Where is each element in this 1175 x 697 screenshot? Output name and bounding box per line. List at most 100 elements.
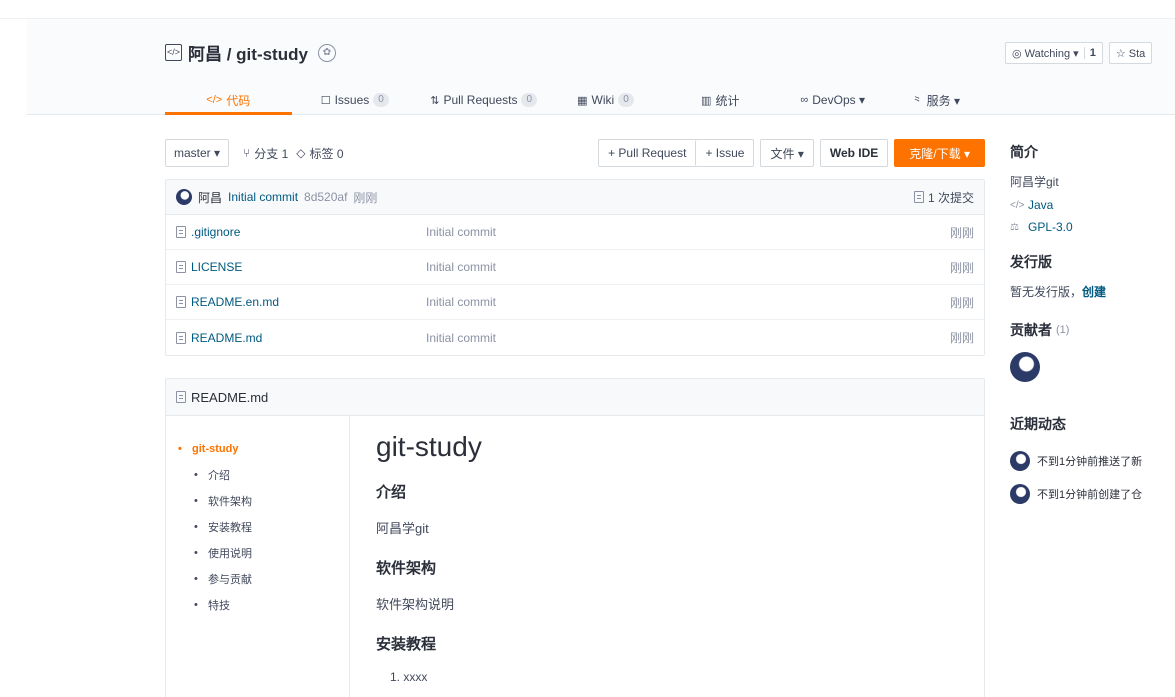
- tab-label: 统计: [715, 93, 740, 108]
- license-link[interactable]: ⚖ GPL-3.0: [1010, 220, 1175, 234]
- commit-hash[interactable]: 8d520af: [304, 190, 347, 204]
- avatar[interactable]: [1010, 484, 1030, 504]
- branch-icon: ⑂: [243, 146, 251, 160]
- code-icon: </>: [1010, 199, 1025, 211]
- file-commit[interactable]: Initial commit: [426, 331, 496, 345]
- tab-label: 服务 ▾: [926, 93, 960, 108]
- tab-stats[interactable]: ▥ 统计: [662, 85, 779, 115]
- release-title: 发行版: [1010, 254, 1052, 270]
- file-row[interactable]: LICENSE Initial commit 刚刚: [166, 250, 984, 285]
- language-link[interactable]: </> Java: [1010, 198, 1175, 212]
- branch-select[interactable]: master ▾: [165, 139, 230, 167]
- branches-link[interactable]: ⑂ 分支 1: [243, 145, 288, 162]
- pulse-icon: ⺀: [911, 95, 923, 107]
- toc-label: 使用说明: [208, 548, 252, 560]
- tags-link[interactable]: ◇ 标签 0: [296, 145, 343, 162]
- chart-icon: ▥: [701, 94, 712, 107]
- web-ide-button[interactable]: Web IDE: [819, 139, 889, 167]
- wiki-icon: ▦: [577, 94, 588, 107]
- tab-badge: 0: [618, 93, 634, 107]
- toc-label: 特技: [208, 600, 230, 612]
- toc-item[interactable]: 软件架构: [178, 488, 337, 514]
- tab-badge: 0: [521, 93, 538, 107]
- file-name-cell[interactable]: .gitignore: [176, 225, 426, 239]
- last-commit-bar: 阿昌 Initial commit 8d520af 刚刚 1 次提交: [166, 180, 984, 215]
- readme-heading-install: 安装教程: [376, 636, 437, 653]
- file-icon: [176, 261, 186, 273]
- award-icon[interactable]: ✿: [317, 43, 336, 62]
- tab-wiki[interactable]: ▦ Wiki 0: [549, 85, 661, 115]
- file-name-cell[interactable]: README.en.md: [176, 295, 426, 309]
- readme-header: README.md: [166, 379, 984, 416]
- file-commit[interactable]: Initial commit: [426, 260, 496, 274]
- tab-label: 代码: [226, 93, 251, 108]
- tab-label: Issues: [334, 93, 370, 107]
- toc-item[interactable]: 介绍: [178, 462, 337, 488]
- tab-pull-requests[interactable]: ⇅ Pull Requests 0: [418, 85, 549, 115]
- file-name-cell[interactable]: README.md: [176, 331, 426, 345]
- top-strip: [0, 0, 1175, 19]
- new-issue-button[interactable]: + Issue: [695, 140, 754, 166]
- readme-content: git-study 介绍 阿昌学git 软件架构 软件架构说明 安装教程 1. …: [376, 431, 956, 684]
- activity-title: 近期动态: [1010, 416, 1066, 432]
- tab-services[interactable]: ⺀ 服务 ▾: [887, 85, 985, 115]
- activity-item[interactable]: 不到1分钟前推送了新: [1010, 451, 1175, 471]
- file-icon: [176, 226, 186, 238]
- tab-issues[interactable]: ☐ Issues 0: [292, 85, 419, 115]
- code-repo-icon: </>: [165, 44, 182, 61]
- file-icon: [176, 296, 186, 308]
- toc-label: 软件架构: [208, 496, 252, 508]
- pull-request-icon: ⇅: [430, 94, 440, 107]
- tab-badge: 0: [373, 93, 389, 107]
- contributor-avatar[interactable]: [1010, 352, 1040, 382]
- tab-label: Pull Requests: [443, 93, 518, 107]
- file-icon: [176, 331, 186, 344]
- toc-item[interactable]: 使用说明: [178, 540, 337, 566]
- file-name: README.md: [191, 330, 263, 345]
- toc-item[interactable]: 参与贡献: [178, 566, 337, 592]
- toc-item[interactable]: 安装教程: [178, 514, 337, 540]
- readme-architecture-text: 软件架构说明: [376, 597, 455, 612]
- file-row[interactable]: README.md Initial commit 刚刚: [166, 320, 984, 355]
- toc-item[interactable]: 特技: [178, 592, 337, 618]
- star-button[interactable]: ☆ Sta: [1108, 42, 1153, 64]
- activity-item[interactable]: 不到1分钟前创建了仓: [1010, 484, 1175, 504]
- readme-title: git-study: [376, 431, 482, 462]
- create-release-link[interactable]: 创建: [1082, 285, 1106, 299]
- tags-label: 标签 0: [309, 146, 344, 161]
- file-commit[interactable]: Initial commit: [426, 225, 496, 239]
- clone-download-button[interactable]: 克隆/下载 ▾: [894, 139, 985, 167]
- file-time: 刚刚: [949, 331, 974, 345]
- file-name: LICENSE: [191, 260, 243, 274]
- avatar[interactable]: [176, 189, 192, 205]
- tag-icon: ◇: [296, 146, 306, 160]
- watch-button[interactable]: ◎ Watching ▾ 1: [1005, 42, 1103, 64]
- commit-count-link[interactable]: 1 次提交: [913, 189, 974, 206]
- repo-description: 阿昌学git: [1010, 175, 1059, 189]
- avatar[interactable]: [1010, 451, 1030, 471]
- tab-devops[interactable]: ∞ DevOps ▾: [779, 85, 887, 115]
- contributors-title: 贡献者: [1010, 322, 1052, 338]
- toc-item[interactable]: git-study: [178, 436, 337, 462]
- commit-author[interactable]: 阿昌: [198, 189, 222, 206]
- contributors-count: (1): [1056, 324, 1070, 336]
- readme-panel: README.md git-study 介绍 软件架构 安装教程 使用说明 参与…: [165, 378, 985, 697]
- branch-toolbar: master ▾ ⑂ 分支 1 ◇ 标签 0 + Pull Request + …: [165, 138, 985, 168]
- toc-label: 参与贡献: [208, 574, 252, 586]
- file-row[interactable]: .gitignore Initial commit 刚刚: [166, 215, 984, 250]
- create-group: + Pull Request + Issue: [598, 139, 755, 167]
- repo-name[interactable]: 阿昌 / git-study: [188, 40, 308, 65]
- file-menu-button[interactable]: 文件 ▾: [760, 139, 814, 167]
- scale-icon: ⚖: [1010, 221, 1019, 233]
- file-commit[interactable]: Initial commit: [426, 295, 496, 309]
- commit-message[interactable]: Initial commit: [228, 190, 298, 204]
- new-pull-request-button[interactable]: + Pull Request: [599, 140, 696, 166]
- repo-sidebar: 简介 阿昌学git </> Java ⚖ GPL-3.0 发行版 暂无发行版，创…: [1010, 138, 1175, 504]
- tab-label: DevOps ▾: [812, 93, 865, 107]
- file-name-cell[interactable]: LICENSE: [176, 260, 426, 274]
- watch-label: ◎ Watching ▾: [1012, 47, 1079, 60]
- tab-code[interactable]: </> 代码: [165, 85, 292, 115]
- file-row[interactable]: README.en.md Initial commit 刚刚: [166, 285, 984, 320]
- file-time: 刚刚: [949, 295, 974, 310]
- file-list: 阿昌 Initial commit 8d520af 刚刚 1 次提交 .giti…: [165, 179, 985, 356]
